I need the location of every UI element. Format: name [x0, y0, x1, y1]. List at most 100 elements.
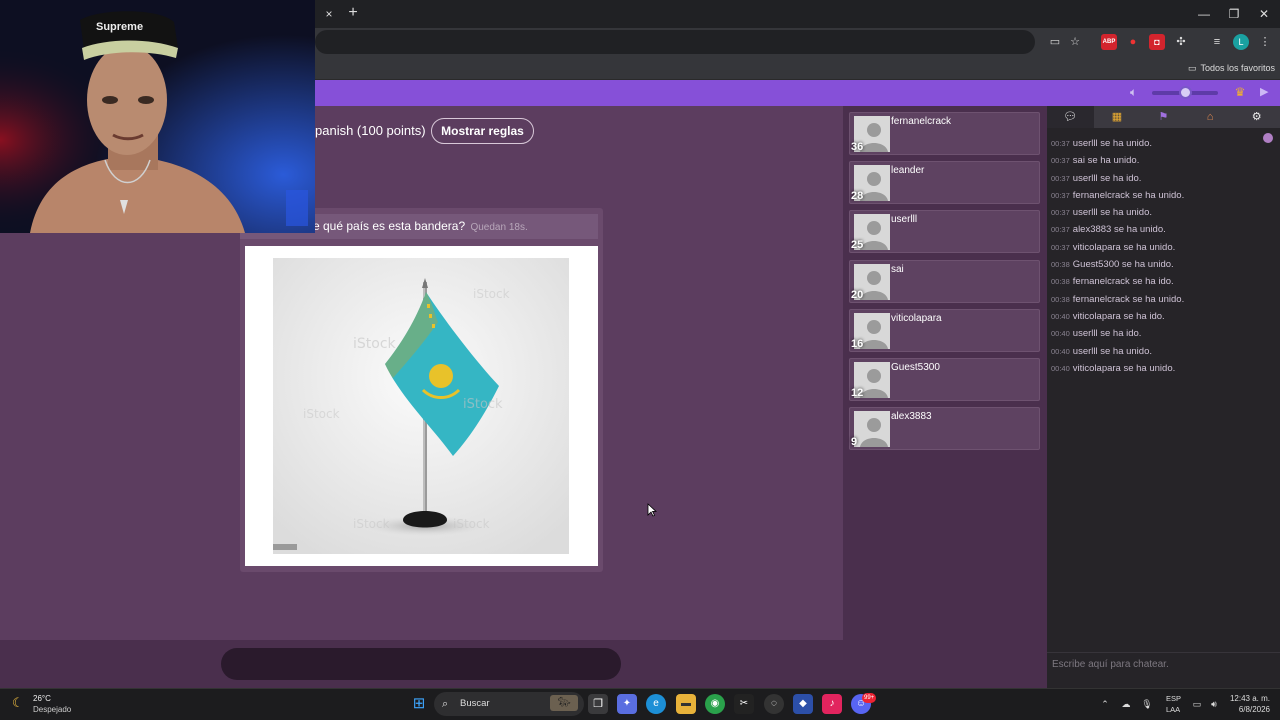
capcut-icon[interactable]: ✂ — [734, 694, 754, 714]
chat-tabs: 💬︎ ▦ ⚑ ⌂ ⚙ — [1047, 106, 1280, 128]
chat-message-text: sai se ha unido. — [1072, 155, 1140, 167]
chat-timestamp: 00:37 — [1051, 190, 1070, 200]
chat-tab-icon[interactable]: 💬︎ — [1047, 106, 1094, 128]
search-label: Buscar — [460, 698, 490, 709]
cloud-icon[interactable]: ☁ — [1118, 697, 1134, 711]
chrome-icon[interactable]: ◉ — [705, 694, 725, 714]
chat-message: 00:38 fernanelcrack se ha ido. — [1051, 273, 1261, 290]
close-window-button[interactable]: ✕ — [1244, 0, 1280, 28]
volume-slider-handle[interactable] — [1179, 86, 1192, 99]
settings-icon[interactable]: ⚙ — [1233, 106, 1280, 128]
chat-message-text: viticolapara se ha unido. — [1072, 241, 1176, 253]
app-icon[interactable]: ◆ — [793, 694, 813, 714]
svg-text:iStock: iStock — [303, 407, 340, 421]
windows-start-icon[interactable]: ⊞ — [409, 694, 429, 714]
show-hidden-icons[interactable]: ⌃ — [1098, 697, 1112, 711]
microphone-icon[interactable]: 🎙︎ — [1140, 697, 1154, 711]
windows-taskbar — [0, 688, 1280, 720]
bookmark-star-icon[interactable]: ☆ — [1067, 34, 1083, 50]
moon-weather-icon[interactable]: ☾ — [12, 695, 28, 711]
chat-message-text: userlll se ha ido. — [1072, 328, 1142, 340]
player-score: 16 — [851, 338, 864, 350]
chat-timestamp: 00:38 — [1051, 277, 1070, 287]
chat-message: 00:37 viticolapara se ha unido. — [1051, 239, 1261, 256]
new-tab-button[interactable]: + — [344, 4, 362, 22]
crown-icon[interactable]: ♛ — [1232, 85, 1248, 99]
chat-message: 00:37 userlll se ha unido. — [1051, 204, 1261, 221]
svg-text:iStock: iStock — [473, 287, 510, 301]
time-remaining: Quedan 18s. — [470, 222, 528, 233]
chat-timestamp: 00:40 — [1051, 329, 1070, 339]
player-card[interactable]: 20 sai — [849, 260, 1040, 303]
address-bar[interactable] — [315, 30, 1035, 54]
speaker-icon[interactable]: 🔊︎ — [1207, 697, 1221, 711]
adblock-extension-icon[interactable]: ABP — [1101, 34, 1117, 50]
clock-time[interactable]: 12:43 a. m. — [1228, 694, 1270, 703]
browser-menu-icon[interactable]: ⋮ — [1257, 34, 1273, 50]
extension-icon[interactable]: ● — [1125, 34, 1141, 50]
player-score: 28 — [851, 190, 864, 202]
player-card[interactable]: 28 leander — [849, 161, 1040, 204]
extension-icon[interactable]: ◘ — [1149, 34, 1165, 50]
chat-message-text: fernanelcrack se ha unido. — [1072, 189, 1185, 201]
input-language[interactable]: ESP — [1166, 694, 1181, 703]
chat-message: 00:40 viticolapara se ha ido. — [1051, 308, 1261, 325]
network-icon[interactable]: ▭ — [1190, 697, 1204, 711]
mouse-cursor — [647, 503, 657, 517]
trophy-icon[interactable]: ▦ — [1094, 106, 1141, 128]
keyboard-layout[interactable]: LAA — [1166, 705, 1180, 714]
close-tab-button[interactable]: × — [320, 5, 338, 23]
chat-message: 00:37 userlll se ha unido. — [1051, 135, 1261, 152]
clock-date[interactable]: 6/8/2026 — [1228, 705, 1270, 714]
chat-timestamp: 00:38 — [1051, 260, 1070, 270]
tiktok-icon[interactable]: ♪ — [822, 694, 842, 714]
chat-message-text: userlll se ha unido. — [1072, 207, 1152, 219]
answer-input[interactable] — [221, 648, 621, 680]
task-view-icon[interactable]: ❐ — [588, 694, 608, 714]
copilot-icon[interactable]: ✦ — [617, 694, 637, 714]
player-card[interactable]: 16 viticolapara — [849, 309, 1040, 352]
player-card[interactable]: 36 fernanelcrack — [849, 112, 1040, 155]
volume-icon[interactable]: 🔈︎ — [1130, 85, 1144, 99]
player-name: sai — [891, 264, 904, 275]
chat-log: 00:37 userlll se ha unido. 00:37 sai se ha … — [1051, 135, 1261, 377]
chat-input[interactable] — [1052, 656, 1272, 672]
edge-browser-icon[interactable]: e — [646, 694, 666, 714]
player-card[interactable]: 25 userlll — [849, 210, 1040, 253]
chat-message: 00:38 fernanelcrack se ha unido. — [1051, 291, 1261, 308]
chat-message-text: userlll se ha ido. — [1072, 172, 1142, 184]
weather-condition[interactable]: Despejado — [33, 705, 71, 714]
chat-message: 00:40 viticolapara se ha unido. — [1051, 360, 1261, 377]
player-score: 12 — [851, 387, 864, 399]
play-icon[interactable]: ▶ — [1260, 85, 1274, 99]
svg-text:iStock: iStock — [453, 517, 490, 531]
weather-temperature[interactable]: 26°C — [33, 694, 51, 703]
player-card[interactable]: 12 Guest5300 — [849, 358, 1040, 401]
app-icon[interactable]: ◌ — [764, 694, 784, 714]
player-score: 25 — [851, 239, 864, 251]
player-name: viticolapara — [891, 313, 942, 324]
chat-message: 00:37 userlll se ha ido. — [1051, 170, 1261, 187]
webcam-overlay: Supreme — [0, 0, 315, 233]
question-text: e qué país es esta bandera? Quedan 18s. — [313, 218, 528, 236]
chat-message-text: userlll se ha unido. — [1072, 345, 1152, 357]
chat-emoji-icon[interactable] — [1263, 133, 1273, 143]
install-app-icon[interactable]: ▭ — [1047, 34, 1063, 50]
chat-message: 00:40 userlll se ha unido. — [1051, 343, 1261, 360]
svg-text:iStock: iStock — [353, 336, 397, 352]
chat-timestamp: 00:37 — [1051, 208, 1070, 218]
media-control-icon[interactable]: ≡ — [1209, 34, 1225, 50]
file-explorer-icon[interactable]: ▬ — [676, 694, 696, 714]
player-name: alex3883 — [891, 411, 932, 422]
svg-text:iStock: iStock — [353, 517, 390, 531]
chat-message: 00:38 Guest5300 se ha unido. — [1051, 256, 1261, 273]
user-icon[interactable]: ⚑ — [1140, 106, 1187, 128]
player-avatar-icon — [854, 411, 890, 447]
chat-message-text: alex3883 se ha unido. — [1072, 224, 1166, 236]
player-card[interactable]: 9 alex3883 — [849, 407, 1040, 450]
podium-icon[interactable]: ⌂ — [1187, 106, 1234, 128]
profile-avatar[interactable]: L — [1233, 34, 1249, 50]
extensions-puzzle-icon[interactable]: ✣ — [1173, 34, 1189, 50]
show-rules-button[interactable]: Mostrar reglas — [431, 118, 534, 144]
all-bookmarks-folder[interactable]: ▭ Todos los favoritos — [1188, 60, 1275, 76]
